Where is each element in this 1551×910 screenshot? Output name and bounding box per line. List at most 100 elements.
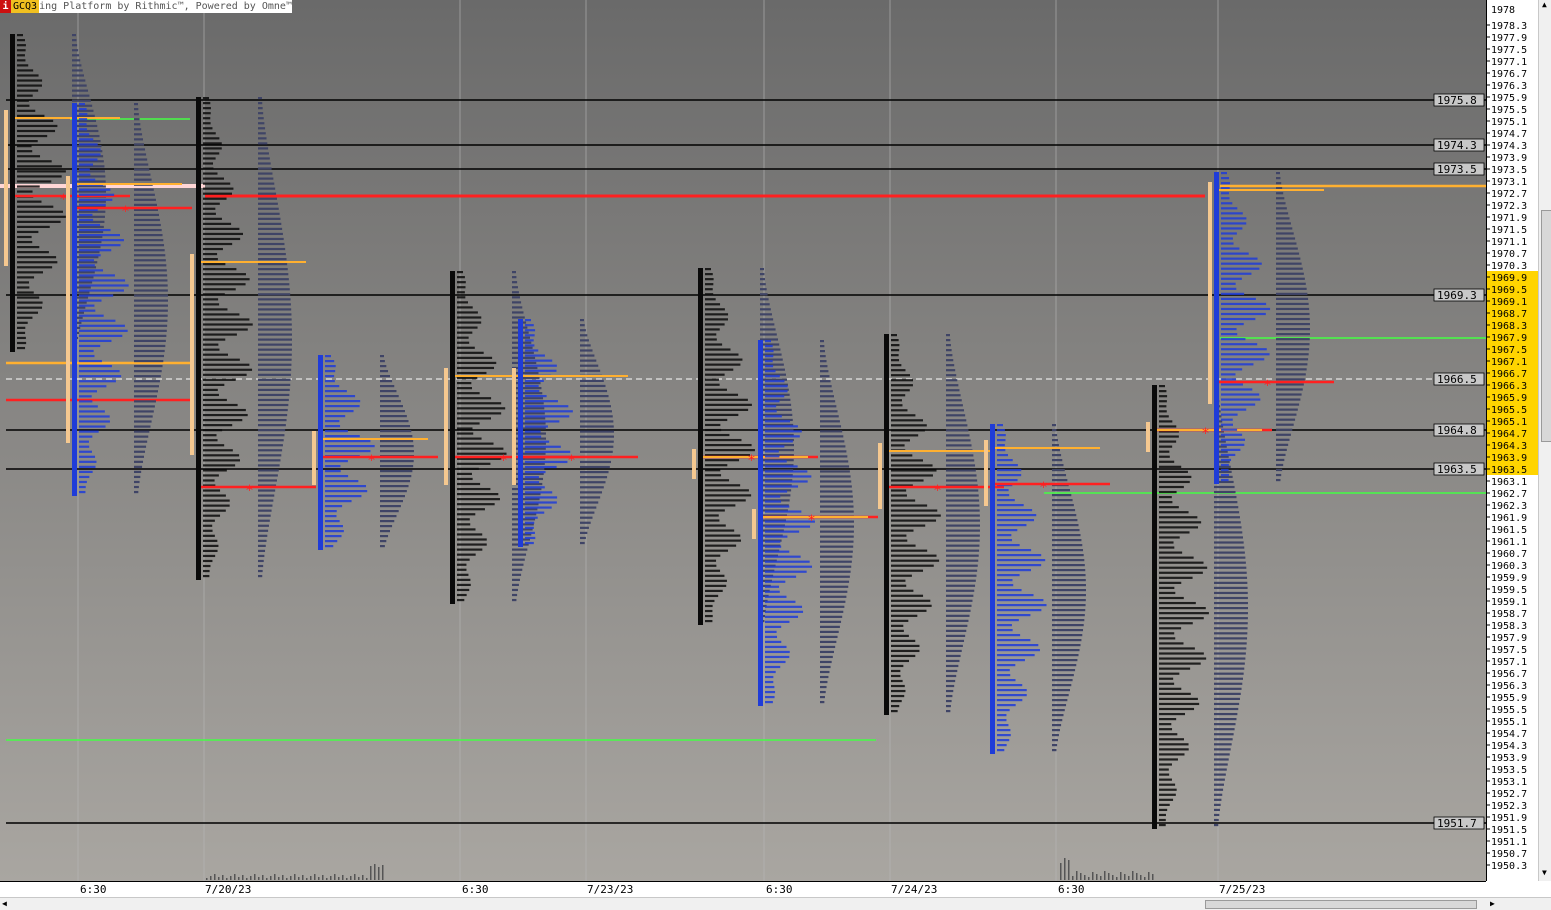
tpo-row xyxy=(203,343,219,346)
volume-row xyxy=(1214,702,1240,706)
time-tick-label: 6:30 xyxy=(80,883,107,896)
tpo-row xyxy=(203,574,210,578)
scroll-left-icon[interactable]: ◀ xyxy=(2,899,7,908)
volume-row xyxy=(1276,443,1289,446)
tpo-row xyxy=(765,415,782,418)
tpo-row xyxy=(1221,343,1258,346)
volume-row xyxy=(1276,328,1310,331)
volume-row xyxy=(946,664,959,668)
tpo-row xyxy=(1221,378,1237,381)
volume-row xyxy=(512,417,546,420)
tpo-row xyxy=(525,541,534,545)
symbol-badge[interactable]: GCQ3 xyxy=(11,0,40,13)
volume-tick xyxy=(318,877,320,880)
volume-row xyxy=(1052,654,1079,657)
volume-row xyxy=(72,94,90,97)
horizontal-scroll-thumb[interactable] xyxy=(1205,900,1477,909)
tpo-row xyxy=(891,439,910,442)
tpo-row xyxy=(705,418,728,422)
scroll-right-icon[interactable]: ▶ xyxy=(1490,899,1495,908)
volume-tick xyxy=(1088,877,1090,880)
tpo-row xyxy=(997,469,1022,472)
tpo-row xyxy=(997,609,1042,612)
volume-row xyxy=(134,420,152,423)
vertical-scrollbar[interactable]: ▲ ▼ xyxy=(1538,0,1551,881)
volume-row xyxy=(512,548,528,551)
price-tick-label: 1957.9 xyxy=(1491,633,1527,644)
tpo-row xyxy=(457,523,471,526)
volume-row xyxy=(380,360,385,363)
tpo-row xyxy=(891,694,905,698)
volume-row xyxy=(1276,398,1301,401)
volume-row xyxy=(258,509,272,512)
price-tick-label: 1959.5 xyxy=(1491,585,1527,596)
tpo-row xyxy=(457,498,500,501)
volume-row xyxy=(258,217,281,220)
volume-row xyxy=(72,49,79,52)
scroll-up-icon[interactable]: ▲ xyxy=(1542,0,1547,9)
vertical-scroll-thumb[interactable] xyxy=(1541,210,1551,442)
volume-row xyxy=(1214,581,1248,584)
volume-row xyxy=(258,182,275,185)
tpo-row xyxy=(203,554,216,558)
tpo-row xyxy=(891,509,938,512)
volume-row xyxy=(258,338,292,341)
tpo-row xyxy=(891,529,914,532)
price-tick-label: 1976.7 xyxy=(1491,69,1527,80)
tpo-row xyxy=(457,366,495,370)
volume-row xyxy=(760,333,777,336)
tpo-row xyxy=(525,410,573,413)
window-badge[interactable]: i xyxy=(0,0,11,13)
horizontal-scrollbar[interactable]: ◀ ▶ xyxy=(0,897,1551,910)
profile-spine xyxy=(1152,385,1157,829)
tpo-row xyxy=(79,234,121,237)
volume-row xyxy=(820,465,850,468)
tpo-row xyxy=(765,680,774,684)
volume-row xyxy=(1214,763,1228,766)
tpo-row xyxy=(1159,470,1188,473)
volume-row xyxy=(1052,639,1082,642)
tpo-row xyxy=(457,331,473,334)
tpo-row xyxy=(705,328,720,331)
volume-row xyxy=(258,308,292,311)
tpo-row xyxy=(203,308,228,311)
tpo-row xyxy=(79,163,94,166)
tpo-row xyxy=(203,162,214,165)
scroll-down-icon[interactable]: ▼ xyxy=(1542,868,1547,877)
tpo-row xyxy=(1221,307,1271,311)
volume-row xyxy=(1214,531,1243,534)
tpo-row xyxy=(1221,267,1260,270)
tpo-row xyxy=(997,594,1034,597)
tpo-row xyxy=(1221,242,1234,245)
volume-row xyxy=(380,450,414,453)
tpo-row xyxy=(79,153,101,156)
volume-row xyxy=(1052,664,1077,667)
volume-row xyxy=(760,328,776,331)
time-axis: 6:30 7/20/23 6:30 7/23/23 6:30 7/24/23 6:30 7/2… xyxy=(0,881,1486,898)
tpo-row xyxy=(705,519,720,522)
tpo-row xyxy=(891,679,903,683)
volume-tick xyxy=(1144,877,1146,880)
volume-row xyxy=(820,665,831,669)
market-profile-plot[interactable]: **** * * *** *** 1975.81974.31973.51969.3196… xyxy=(0,0,1486,881)
tpo-row xyxy=(457,467,479,470)
tpo-row xyxy=(203,489,221,492)
volume-tick xyxy=(1096,874,1098,880)
volume-tick xyxy=(266,878,268,880)
tpo-row xyxy=(891,704,900,708)
volume-row xyxy=(946,534,980,537)
volume-row xyxy=(380,415,407,418)
volume-row xyxy=(380,445,414,448)
tpo-row xyxy=(997,724,1009,727)
tpo-row xyxy=(79,193,115,196)
volume-row xyxy=(820,635,838,639)
tpo-row xyxy=(705,283,714,286)
volume-row xyxy=(946,709,951,713)
tpo-row xyxy=(765,555,801,558)
volume-row xyxy=(1276,378,1305,381)
tpo-row xyxy=(997,639,1031,642)
tpo-row xyxy=(203,569,210,573)
tpo-row xyxy=(1221,272,1252,275)
volume-row xyxy=(1214,798,1222,801)
poc-star-icon: * xyxy=(1202,426,1209,442)
